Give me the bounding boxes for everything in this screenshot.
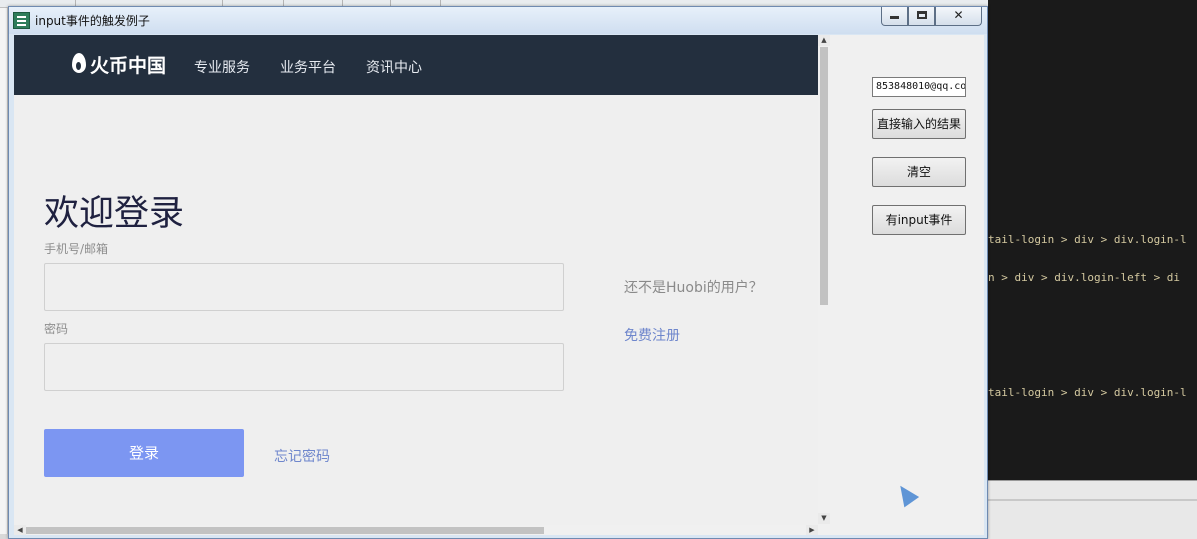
horizontal-scroll-thumb[interactable] [26,527,544,534]
app-window: input事件的触发例子 ✕ 火币中国 专业服务 业务平台 资讯中心 欢迎登录 … [8,6,988,539]
nav-item-professional-services[interactable]: 专业服务 [194,57,250,77]
vertical-scroll-thumb[interactable] [820,47,828,305]
maximize-button[interactable] [908,7,935,26]
phone-email-label: 手机号/邮箱 [44,242,109,256]
input-event-button[interactable]: 有input事件 [872,205,966,235]
logo-text: 火币中国 [90,55,167,77]
maximize-icon [916,11,927,19]
minimize-icon [890,16,899,19]
background-window-edge [0,8,8,539]
close-icon: ✕ [953,8,964,22]
site-header: 火币中国 专业服务 业务平台 资讯中心 [14,35,818,95]
login-button[interactable]: 登录 [44,429,244,477]
horizontal-scrollbar[interactable]: ◀ ▶ [14,525,818,535]
terminal-line: n > div > div.login-left > di [988,271,1181,284]
minimize-button[interactable] [881,7,908,26]
not-registered-text: 还不是Huobi的用户？ [624,280,763,296]
scroll-left-icon[interactable]: ◀ [14,525,26,535]
nav-item-business-platform[interactable]: 业务平台 [280,57,336,77]
direct-input-result-button[interactable]: 直接输入的结果 [872,109,966,139]
scroll-up-icon[interactable]: ▲ [818,35,830,46]
window-title: input事件的触发例子 [35,14,150,28]
embedded-browser: 火币中国 专业服务 业务平台 资讯中心 欢迎登录 手机号/邮箱 密码 登录 忘记… [14,35,830,535]
flame-icon [72,53,86,73]
vertical-scrollbar[interactable]: ▲ ▼ [818,35,830,535]
window-client-area: 火币中国 专业服务 业务平台 资讯中心 欢迎登录 手机号/邮箱 密码 登录 忘记… [14,35,984,535]
terminal-line: tail-login > div > div.login-l [988,386,1187,399]
register-link[interactable]: 免费注册 [624,325,680,345]
password-label: 密码 [44,322,69,336]
forgot-password-link[interactable]: 忘记密码 [274,446,330,466]
password-input[interactable] [44,343,564,391]
title-bar[interactable]: input事件的触发例子 ✕ [9,7,987,34]
nav-item-news-center[interactable]: 资讯中心 [366,57,422,77]
scroll-right-icon[interactable]: ▶ [806,525,818,535]
scroll-down-icon[interactable]: ▼ [818,513,830,524]
terminal-status-area [988,480,1197,539]
page-title: 欢迎登录 [44,194,185,234]
app-icon [13,12,30,29]
phone-email-input[interactable] [44,263,564,311]
background-terminal: tail-login > div > div.login-l n > div >… [988,0,1197,539]
email-textbox[interactable]: 853848010@qq.com [872,77,966,97]
clear-button[interactable]: 清空 [872,157,966,187]
close-button[interactable]: ✕ [935,7,982,26]
terminal-line: tail-login > div > div.login-l [988,233,1187,246]
